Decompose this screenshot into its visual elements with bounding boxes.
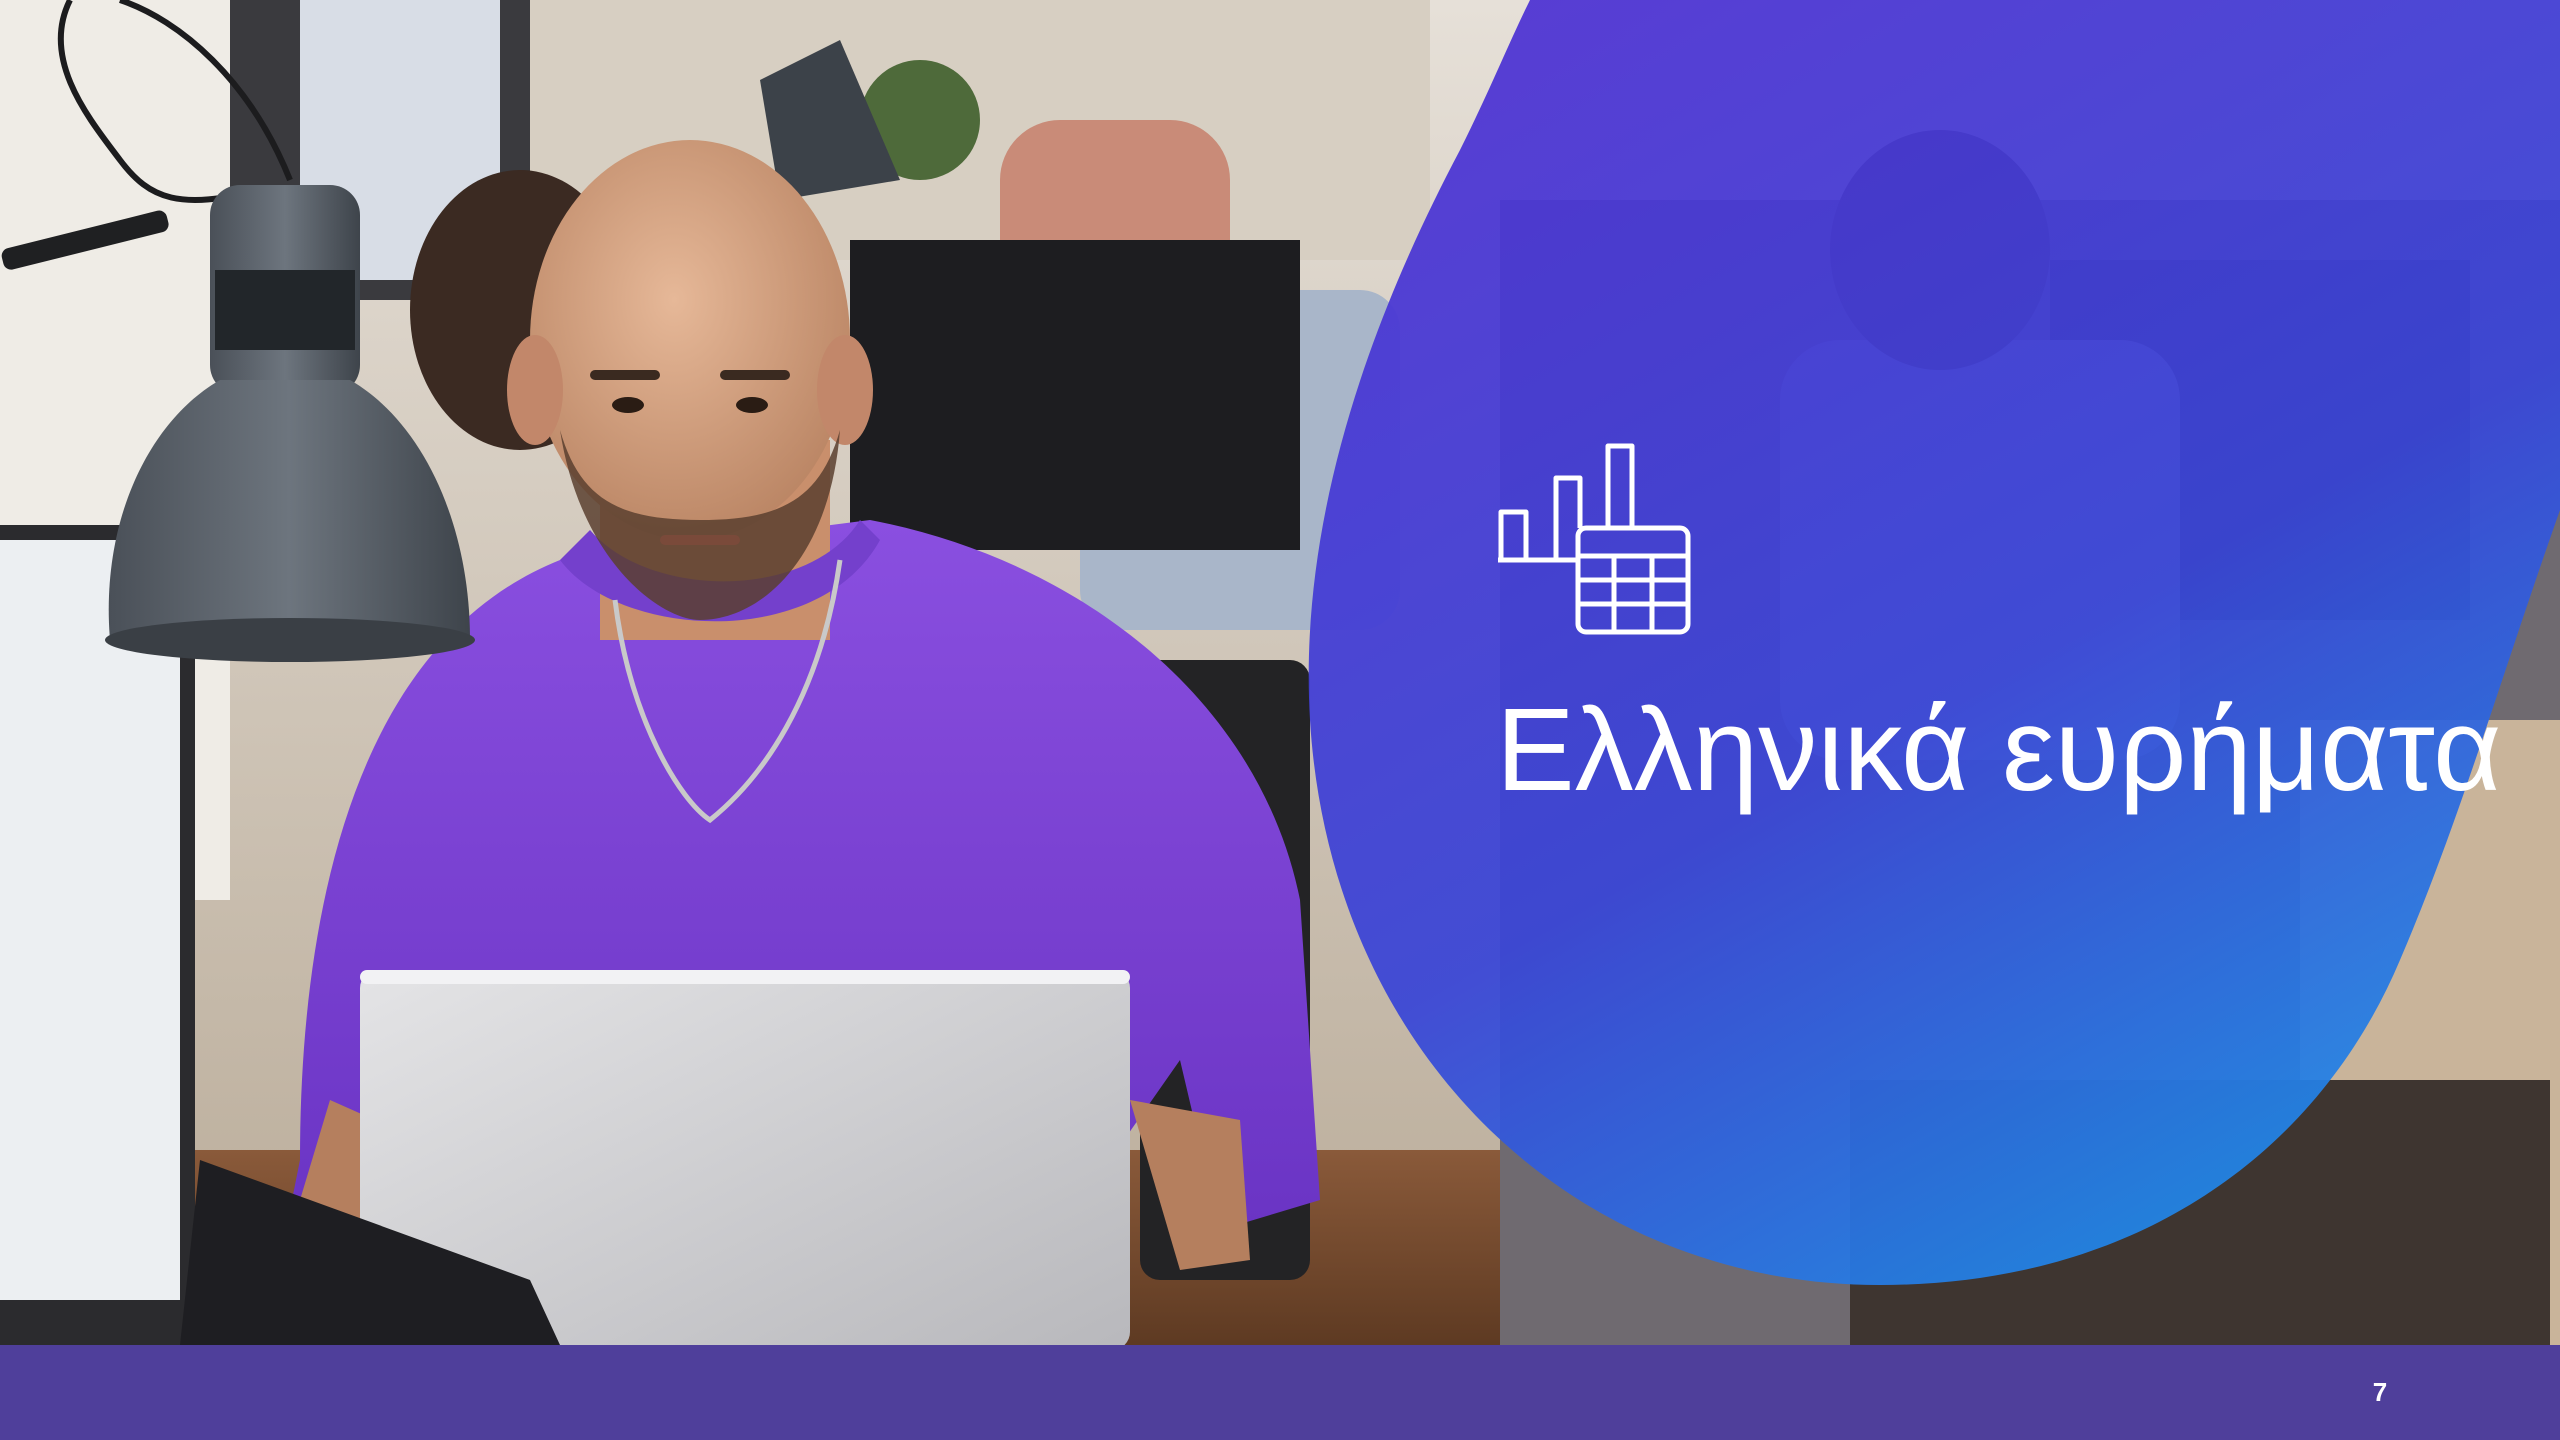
blue-blob-shape xyxy=(1308,0,2560,1285)
slide: Ελληνικά ευρήματα 7 xyxy=(0,0,2560,1440)
footer-bar xyxy=(0,1345,2560,1440)
page-number: 7 xyxy=(2372,1377,2388,1407)
bar-chart-table-icon xyxy=(1498,443,1691,635)
slide-title: Ελληνικά ευρήματα xyxy=(1496,684,2502,816)
